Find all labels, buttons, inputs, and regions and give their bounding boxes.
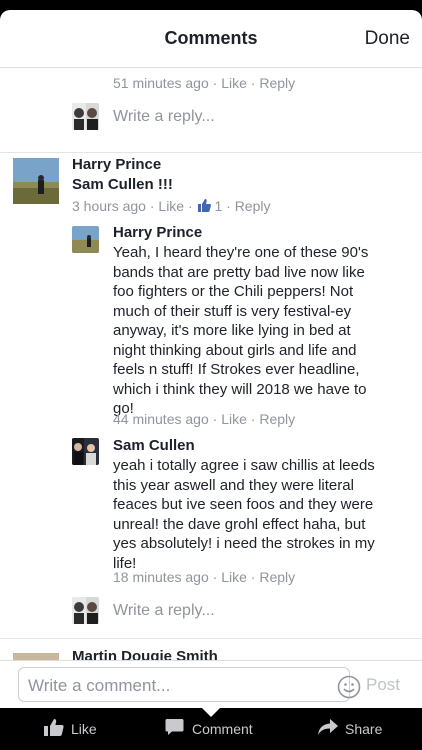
reply-line: unreal! the dave grohl effect haha, but (113, 515, 366, 533)
comment-composer: Write a comment... Post (0, 660, 422, 708)
reply-line: this year aswell and they were literal (113, 476, 354, 494)
reply-author[interactable]: Harry Prince (113, 224, 202, 241)
header: Comments Done (0, 10, 422, 68)
comment-meta: 3 hours ago · Like · 1 · Reply (72, 198, 271, 214)
divider (0, 638, 422, 639)
reply-line: bands that are pretty bad live now like (113, 263, 365, 281)
comment-action-label: Comment (192, 721, 253, 737)
current-user-avatar (72, 103, 99, 130)
reply-line: yeah i totally agree i saw chillis at le… (113, 457, 375, 474)
sam-cullen-avatar[interactable] (72, 438, 99, 465)
comments-sheet: Comments Done 51 minutes ago · Like · Re… (0, 10, 422, 708)
like-link[interactable]: Like (221, 569, 247, 585)
harry-prince-avatar[interactable] (13, 158, 59, 204)
timestamp: 3 hours ago (72, 198, 146, 214)
reply-line: feaces but ive seen foos and they were (113, 496, 374, 513)
harry-prince-avatar[interactable] (72, 226, 99, 253)
comment-input[interactable]: Write a comment... (18, 667, 361, 702)
martin-avatar[interactable] (13, 650, 59, 660)
reply-line: foo fighters or the Chili peppers! Not (113, 283, 354, 300)
reply-meta: 18 minutes ago · Like · Reply (113, 569, 296, 585)
like-thumb-icon (197, 199, 211, 212)
reply-line: anyway, it's more like lying in bed at (113, 322, 351, 339)
reply-text: yeah i totally agree i saw chillis at le… (113, 456, 413, 573)
like-link[interactable]: Like (221, 75, 247, 91)
current-user-avatar (72, 597, 99, 624)
reply-link[interactable]: Reply (259, 569, 295, 585)
reply-line: much of their stuff is very festival-ey (113, 302, 352, 320)
reply-line: yes absolutely! i need the strokes in my (113, 535, 375, 552)
comment-bubble-icon (165, 719, 184, 735)
comment-text: Sam Cullen !!! (72, 176, 173, 193)
divider (0, 152, 422, 153)
timestamp: 18 minutes ago (113, 569, 209, 585)
reply-line: feels n stuff! If Strokes ever headline, (113, 361, 360, 378)
share-action[interactable]: Share (318, 718, 398, 740)
comment-author[interactable]: Harry Prince (72, 156, 161, 173)
like-action[interactable]: Like (44, 718, 104, 740)
reply-link[interactable]: Reply (235, 198, 271, 214)
caret-indicator (202, 708, 220, 717)
prev-reply-meta: 51 minutes ago · Like · Reply (113, 75, 296, 91)
reply-link[interactable]: Reply (259, 411, 295, 427)
write-reply-input[interactable]: Write a reply... (113, 108, 215, 126)
share-action-label: Share (345, 721, 383, 737)
like-action-label: Like (71, 721, 97, 737)
done-button[interactable]: Done (365, 28, 410, 50)
timestamp: 51 minutes ago (113, 75, 209, 91)
reply-line: which i think they will 2018 we have to (113, 380, 367, 398)
reply-text: Yeah, I heard they're one of these 90's … (113, 243, 413, 419)
reply-meta: 44 minutes ago · Like · Reply (113, 411, 296, 427)
share-arrow-icon (318, 719, 338, 735)
like-count: 1 (214, 198, 223, 214)
reply-line: night thinking about girls and life and (113, 341, 357, 359)
post-button[interactable]: Post (366, 675, 400, 695)
action-bar: Like Comment Share (0, 708, 422, 750)
like-link[interactable]: Like (221, 411, 247, 427)
comment-action[interactable]: Comment (165, 718, 265, 740)
like-link[interactable]: Like (158, 198, 184, 214)
timestamp: 44 minutes ago (113, 411, 209, 427)
page-title: Comments (164, 28, 258, 48)
reply-link[interactable]: Reply (259, 75, 295, 91)
emoji-icon[interactable] (337, 675, 361, 699)
comment-author[interactable]: Martin Dougie Smith (72, 648, 218, 660)
reply-author[interactable]: Sam Cullen (113, 437, 195, 454)
thumbs-up-icon (44, 719, 64, 736)
reply-line: Yeah, I heard they're one of these 90's (113, 244, 369, 261)
comment-placeholder: Write a comment... (28, 676, 171, 695)
write-reply-input[interactable]: Write a reply... (113, 602, 215, 620)
